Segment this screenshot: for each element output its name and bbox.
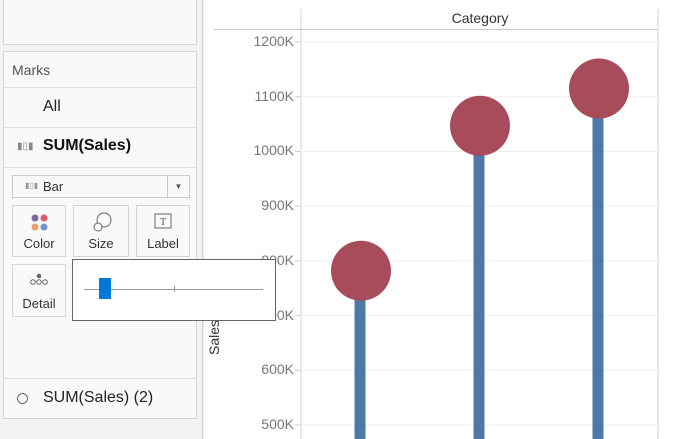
lollipop-chart: [202, 0, 659, 439]
y-tick-label: 500K: [261, 416, 294, 432]
slider-tick: [174, 286, 175, 292]
circle-mark: [331, 240, 391, 301]
circle-mark: [569, 58, 629, 119]
bar-mark: [473, 125, 485, 439]
size-slider-popup: [72, 259, 276, 321]
bar-mark: [592, 88, 604, 439]
y-tick-label: 1100K: [254, 87, 294, 104]
size-slider-thumb[interactable]: [99, 278, 112, 299]
y-tick-label: 900K: [261, 197, 294, 214]
y-tick-label: 600K: [261, 361, 294, 378]
chart-title: Category: [451, 10, 509, 26]
y-tick-label: 1200K: [253, 33, 294, 50]
circle-mark: [450, 95, 510, 156]
y-tick-label: 1000K: [253, 142, 294, 159]
